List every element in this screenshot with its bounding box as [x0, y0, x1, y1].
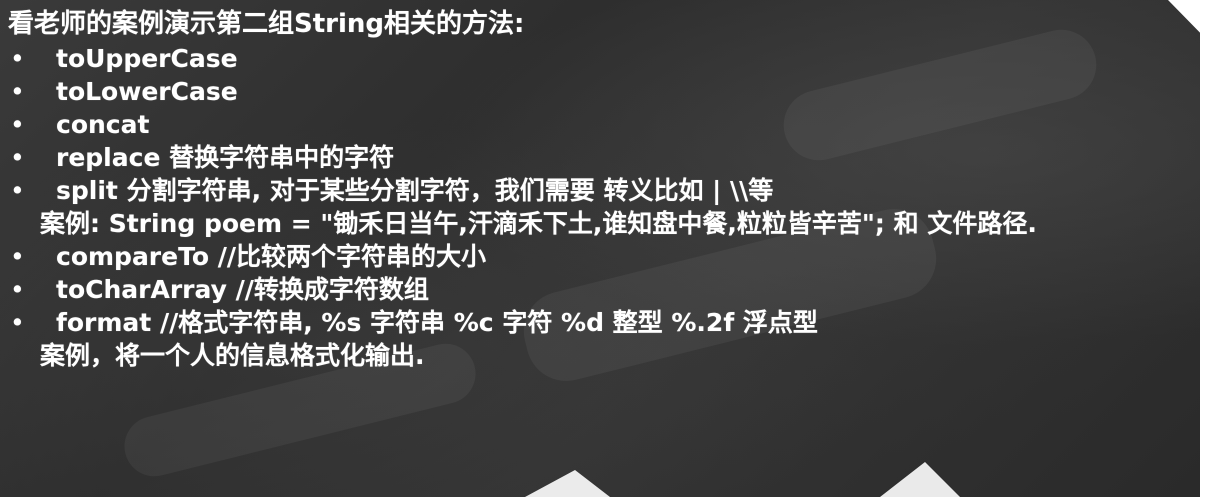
item-note: 案例: String poem = "锄禾日当午,汗滴禾下土,谁知盘中餐,粒粒皆… — [40, 209, 1037, 238]
list-item: • toCharArray //转换成字符数组 — [8, 273, 1182, 306]
list-item: • format //格式字符串, %s 字符串 %c 字符 %d 整型 %.2… — [8, 306, 1182, 372]
item-text: toCharArray //转换成字符数组 — [56, 275, 429, 304]
list-item: • split 分割字符串, 对于某些分割字符，我们需要 转义比如 | \\等 … — [8, 174, 1182, 240]
item-text: toLowerCase — [56, 77, 238, 106]
item-text: concat — [56, 110, 150, 139]
item-text: format //格式字符串, %s 字符串 %c 字符 %d 整型 %.2f … — [56, 308, 818, 337]
item-text: compareTo //比较两个字符串的大小 — [56, 242, 486, 271]
item-note: 案例，将一个人的信息格式化输出. — [40, 341, 425, 370]
list-item: • toUpperCase — [8, 42, 1182, 75]
list-item: • replace 替换字符串中的字符 — [8, 141, 1182, 174]
item-text: split 分割字符串, 对于某些分割字符，我们需要 转义比如 | \\等 — [56, 176, 774, 205]
bullet-icon: • — [10, 176, 25, 205]
bullet-icon: • — [10, 308, 25, 337]
bullet-icon: • — [10, 44, 25, 73]
method-list: • toUpperCase • toLowerCase • concat • r… — [8, 42, 1182, 372]
slide-heading: 看老师的案例演示第二组String相关的方法: — [8, 9, 525, 39]
bullet-icon: • — [10, 275, 25, 304]
item-text: replace 替换字符串中的字符 — [56, 143, 395, 172]
chalkboard-slide: 看老师的案例演示第二组String相关的方法: • toUpperCase • … — [0, 0, 1200, 497]
list-item: • toLowerCase — [8, 75, 1182, 108]
list-item: • compareTo //比较两个字符串的大小 — [8, 240, 1182, 273]
bullet-icon: • — [10, 242, 25, 271]
item-text: toUpperCase — [56, 44, 238, 73]
list-item: • concat — [8, 108, 1182, 141]
slide-content: 看老师的案例演示第二组String相关的方法: • toUpperCase • … — [8, 6, 1182, 372]
bullet-icon: • — [10, 77, 25, 106]
bullet-icon: • — [10, 143, 25, 172]
bullet-icon: • — [10, 110, 25, 139]
